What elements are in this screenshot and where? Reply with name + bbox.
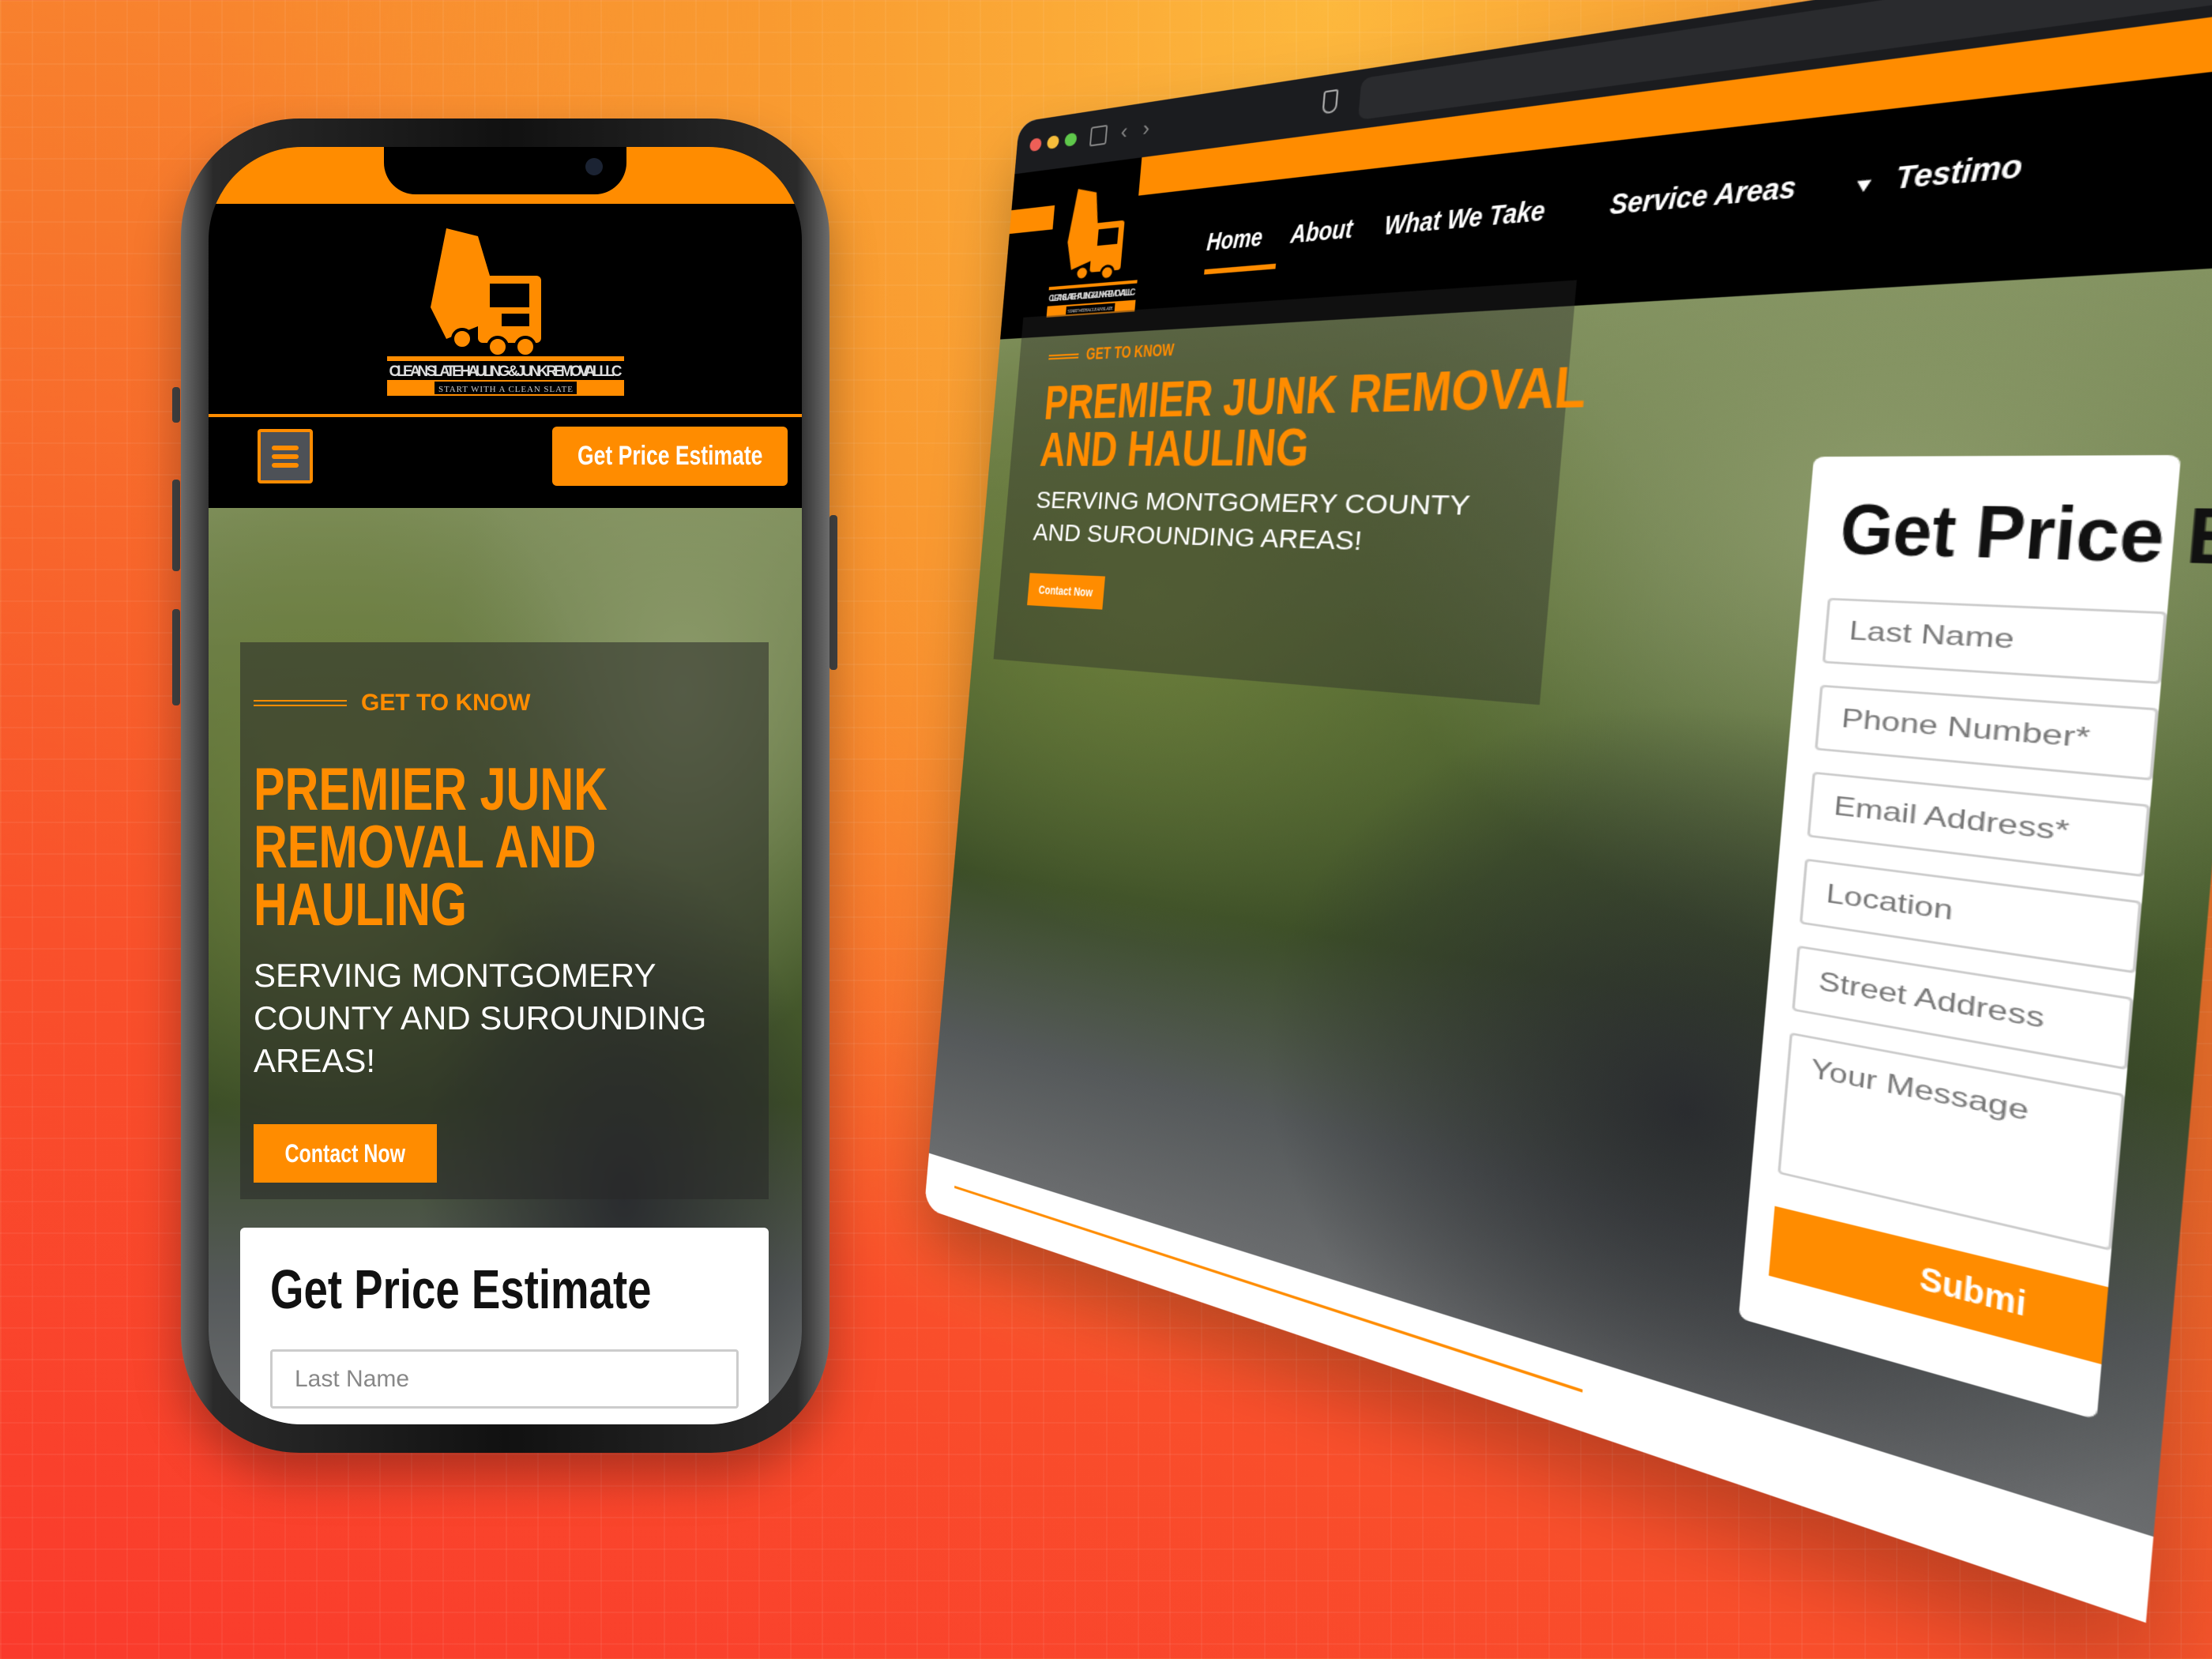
minimize-dot[interactable] (1046, 134, 1060, 150)
eyebrow-text: GET TO KNOW (361, 690, 531, 716)
get-price-estimate-button[interactable]: Get Price Estimate (552, 427, 788, 486)
hero-overlay: GET TO KNOW PREMIER JUNK REMOVAL AND HAU… (240, 642, 769, 1199)
truck-logo[interactable]: CLEAN SLATE HAULING & JUNK REMOVAL LLC S… (383, 220, 628, 398)
truck-logo[interactable]: CLEAN SLATE HAULING & JUNK REMOVAL LLC S… (1044, 176, 1148, 324)
phone-volume-down (172, 609, 180, 705)
site-header: CLEAN SLATE HAULING & JUNK REMOVAL LLC S… (209, 204, 802, 417)
form-title: Get Price Estimate (270, 1258, 759, 1321)
svg-text:START WITH A CLEAN SLATE: START WITH A CLEAN SLATE (438, 385, 573, 394)
header-accent-stripe (1009, 205, 1055, 235)
message-textarea[interactable]: Your Message (1778, 1032, 2126, 1251)
phone-number-input[interactable]: Phone Number* (1815, 684, 2159, 781)
mobile-nav-bar: Get Price Estimate (209, 417, 802, 508)
button-label: Get Price Estimate (577, 441, 763, 471)
sidebar-icon[interactable] (1089, 124, 1108, 147)
hero-title-line: PREMIER JUNK (254, 756, 608, 823)
phone-mockup: CLEAN SLATE HAULING & JUNK REMOVAL LLC S… (181, 118, 830, 1453)
shield-icon (1322, 88, 1339, 115)
maximize-dot[interactable] (1064, 132, 1078, 148)
status-bar (209, 147, 802, 204)
hero-title-line: AND HAULING (1038, 416, 1311, 477)
camera-icon (585, 158, 603, 175)
eyebrow-line (1048, 352, 1079, 359)
last-name-input[interactable]: Last Name (1822, 597, 2168, 685)
price-estimate-form: Get Price Estimate Last Name (240, 1228, 769, 1424)
email-input[interactable]: Email Address* (1807, 771, 2151, 878)
forward-icon[interactable]: › (1142, 115, 1150, 142)
eyebrow: GET TO KNOW (254, 690, 530, 717)
logo-text: CLEAN SLATE HAULING & JUNK REMOVAL LLC (389, 363, 622, 380)
button-label: Contact Now (284, 1138, 406, 1168)
phone-volume-up (172, 480, 180, 571)
phone-side-button (172, 387, 180, 423)
eyebrow-line (254, 700, 347, 706)
eyebrow-text: GET TO KNOW (1085, 340, 1176, 364)
form-title-text: Get Price Estimate (270, 1258, 652, 1320)
desktop-browser-mockup: ‹ › CLEAN SLATE HAULING & JUNK REMOVAL L… (924, 0, 2212, 1623)
contact-now-button[interactable]: Contact Now (254, 1124, 437, 1183)
hero-title: PREMIER JUNK REMOVAL AND HAULING (254, 756, 707, 939)
hero-title-line: HAULING (254, 871, 468, 939)
form-title-text: Get Price Es (1837, 490, 2212, 583)
last-name-input[interactable]: Last Name (270, 1349, 739, 1409)
notch (384, 147, 626, 194)
nav-label: Home (1206, 223, 1264, 257)
hero-subtitle: SERVING MONTGOMERY COUNTY AND SUROUNDING… (254, 957, 707, 1079)
button-label: Contact Now (1038, 582, 1093, 600)
close-dot[interactable] (1029, 137, 1042, 152)
nav-label: About (1289, 213, 1355, 250)
hamburger-icon[interactable] (258, 429, 313, 483)
hero-title-line: REMOVAL AND (254, 814, 596, 881)
caret-down-icon: ▼ (1851, 173, 1878, 198)
contact-now-button[interactable]: Contact Now (1027, 573, 1105, 610)
button-label: Submi (1918, 1259, 2029, 1325)
form-title: Get Price Es (1837, 489, 2212, 589)
phone-power-button (830, 515, 837, 670)
phone-screen: CLEAN SLATE HAULING & JUNK REMOVAL LLC S… (209, 147, 802, 1424)
hero-section: GET TO KNOW PREMIER JUNK REMOVAL AND HAU… (209, 508, 802, 1424)
nav-home[interactable]: Home (1204, 221, 1281, 275)
nav-about[interactable]: About (1288, 212, 1373, 268)
back-icon[interactable]: ‹ (1119, 118, 1128, 145)
